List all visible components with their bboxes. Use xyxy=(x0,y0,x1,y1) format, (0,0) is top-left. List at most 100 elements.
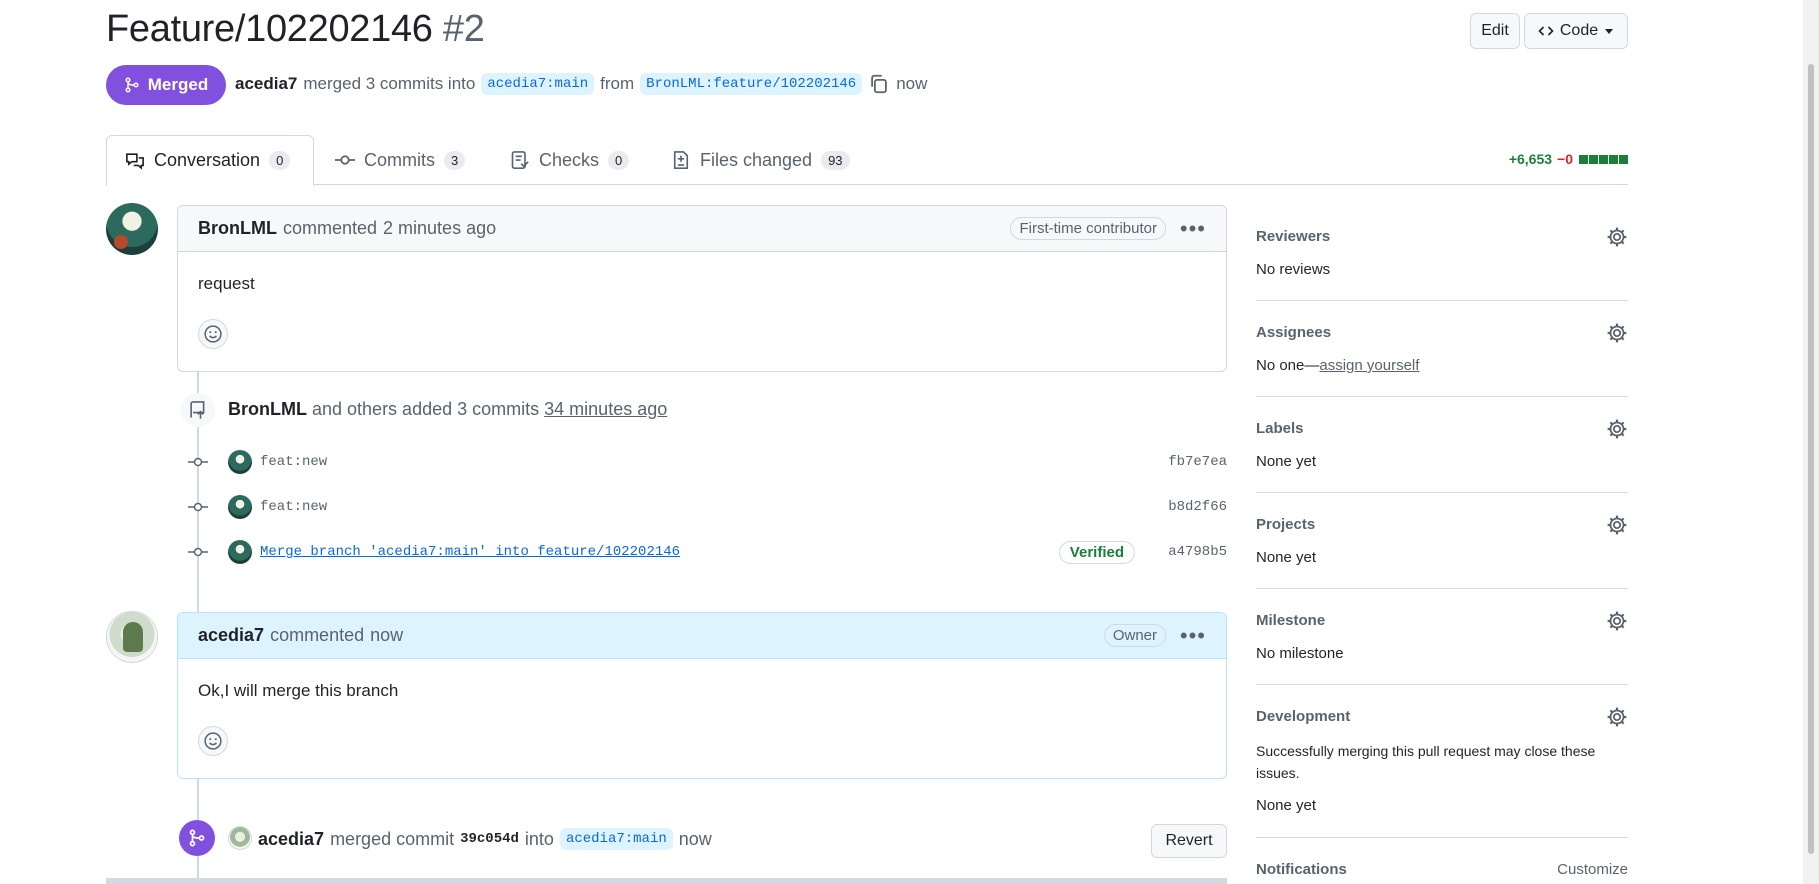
from-text: from xyxy=(600,74,635,93)
merge-text: merged 3 commits into xyxy=(303,74,476,93)
tab-counter: 0 xyxy=(269,151,291,170)
commits-event-author[interactable]: BronLML xyxy=(228,399,307,419)
gear-icon[interactable] xyxy=(1606,706,1628,728)
file-diff-icon xyxy=(673,151,689,169)
merge-event-branch[interactable]: acedia7:main xyxy=(559,828,673,850)
comment-author[interactable]: BronLML xyxy=(198,218,277,239)
comment-body: request xyxy=(198,274,255,293)
tab-label: Files changed xyxy=(700,149,813,170)
comment-header: acedia7 commented now Owner ••• xyxy=(178,613,1226,659)
avatar[interactable] xyxy=(228,826,252,850)
comment-acedia7: acedia7 commented now Owner ••• Ok,I wil… xyxy=(177,612,1227,779)
comment-time[interactable]: now xyxy=(370,625,403,646)
merge-time: now xyxy=(896,74,928,93)
assign-yourself-link[interactable]: assign yourself xyxy=(1319,357,1419,374)
commit-row: Merge branch 'acedia7:main' into feature… xyxy=(186,537,1227,567)
scrollbar-thumb[interactable] xyxy=(1808,64,1814,854)
commit-message[interactable]: feat:new xyxy=(260,454,327,470)
merge-event-time[interactable]: now xyxy=(679,829,712,850)
diff-deletions: −0 xyxy=(1557,151,1573,167)
tab-commits[interactable]: Commits 3 xyxy=(335,135,466,185)
smiley-icon xyxy=(204,732,222,750)
avatar[interactable] xyxy=(228,540,252,564)
sidebar-notifications: Notifications Customize xyxy=(1256,861,1628,881)
sidebar-value: None yet xyxy=(1256,549,1317,566)
avatar[interactable] xyxy=(106,203,158,255)
commit-message[interactable]: feat:new xyxy=(260,499,327,515)
pr-title-text: Feature/102202146 xyxy=(106,8,433,50)
diff-additions: +6,653 xyxy=(1508,151,1553,167)
avatar[interactable] xyxy=(228,450,252,474)
page-title: Feature/102202146 #2 xyxy=(106,8,485,51)
commit-sha[interactable]: b8d2f66 xyxy=(1168,499,1227,515)
edit-button[interactable]: Edit xyxy=(1470,13,1520,49)
sidebar-title: Notifications xyxy=(1256,861,1347,878)
edit-button-label: Edit xyxy=(1481,22,1509,39)
customize-notifications-link[interactable]: Customize xyxy=(1557,861,1628,878)
development-description: Successfully merging this pull request m… xyxy=(1256,743,1596,781)
merge-event-author[interactable]: acedia7 xyxy=(258,829,324,850)
triangle-down-icon xyxy=(1605,29,1614,34)
copy-icon[interactable] xyxy=(868,73,890,95)
comment-body: Ok,I will merge this branch xyxy=(198,681,399,700)
head-branch[interactable]: BronLML:feature/102202146 xyxy=(640,73,863,95)
smiley-icon xyxy=(204,325,222,343)
kebab-horizontal-icon[interactable]: ••• xyxy=(1180,216,1206,242)
code-button[interactable]: Code xyxy=(1524,13,1628,49)
sidebar-title: Assignees xyxy=(1256,324,1332,341)
commit-row: feat:new fb7e7ea xyxy=(186,447,1227,477)
sidebar-title: Projects xyxy=(1256,516,1316,533)
scrollbar[interactable] xyxy=(1803,0,1819,884)
git-merge-icon xyxy=(125,77,139,93)
merge-author-link[interactable]: acedia7 xyxy=(235,74,297,94)
add-reaction-button[interactable] xyxy=(198,319,228,349)
comment-action: commented xyxy=(282,218,378,238)
timeline-divider xyxy=(106,878,1227,884)
merge-event-desc: merged commit xyxy=(330,828,455,849)
merge-event-text: acedia7 merged commit 39c054d into acedi… xyxy=(258,828,712,850)
commit-sha[interactable]: a4798b5 xyxy=(1168,544,1227,560)
commits-event-time[interactable]: 34 minutes ago xyxy=(544,399,667,419)
avatar[interactable] xyxy=(106,611,158,663)
comment-action: commented xyxy=(270,625,365,645)
code-icon xyxy=(1538,26,1554,36)
gear-icon[interactable] xyxy=(1606,418,1628,440)
base-branch[interactable]: acedia7:main xyxy=(481,73,595,95)
verified-badge[interactable]: Verified xyxy=(1058,540,1135,564)
sidebar-assignees: Assignees No one—assign yourself xyxy=(1256,322,1628,397)
gear-icon[interactable] xyxy=(1606,322,1628,344)
comment-discussion-icon xyxy=(126,152,144,170)
commits-event-desc: and others added 3 commits xyxy=(312,399,540,419)
sidebar-milestone: Milestone No milestone xyxy=(1256,610,1628,685)
gear-icon[interactable] xyxy=(1606,514,1628,536)
merge-commit-sha[interactable]: 39c054d xyxy=(460,831,519,847)
tab-conversation[interactable]: Conversation 0 xyxy=(106,135,314,186)
commit-message-link[interactable]: Merge branch 'acedia7:main' into feature… xyxy=(260,544,680,560)
sidebar-development: Development Successfully merging this pu… xyxy=(1256,706,1628,838)
status-badge: Merged xyxy=(106,65,226,105)
revert-button[interactable]: Revert xyxy=(1151,824,1227,858)
commit-row: feat:new b8d2f66 xyxy=(186,492,1227,522)
commit-sha[interactable]: fb7e7ea xyxy=(1168,454,1227,470)
author-role-badge: First-time contributor xyxy=(1010,217,1166,240)
merge-summary: acedia7 merged 3 commits into acedia7:ma… xyxy=(235,73,927,95)
tab-files-changed[interactable]: Files changed 93 xyxy=(671,135,850,185)
comment-time[interactable]: 2 minutes ago xyxy=(383,218,496,239)
checklist-icon xyxy=(511,151,529,169)
gear-icon[interactable] xyxy=(1606,226,1628,248)
comment-author[interactable]: acedia7 xyxy=(198,625,264,646)
kebab-horizontal-icon[interactable]: ••• xyxy=(1180,623,1206,649)
author-role-badge: Owner xyxy=(1103,624,1166,647)
comment-header: BronLML commented 2 minutes ago First-ti… xyxy=(178,206,1226,252)
repo-push-icon xyxy=(181,393,215,427)
tab-label: Conversation xyxy=(154,150,261,170)
tab-label: Checks xyxy=(539,149,600,170)
gear-icon[interactable] xyxy=(1606,610,1628,632)
commits-event-text: BronLML and others added 3 commits 34 mi… xyxy=(228,399,667,420)
sidebar-labels: Labels None yet xyxy=(1256,418,1628,493)
avatar[interactable] xyxy=(228,495,252,519)
add-reaction-button[interactable] xyxy=(198,726,228,756)
merge-event-into: into xyxy=(524,828,554,849)
tab-label: Commits xyxy=(364,149,435,170)
tab-checks[interactable]: Checks 0 xyxy=(510,135,630,185)
